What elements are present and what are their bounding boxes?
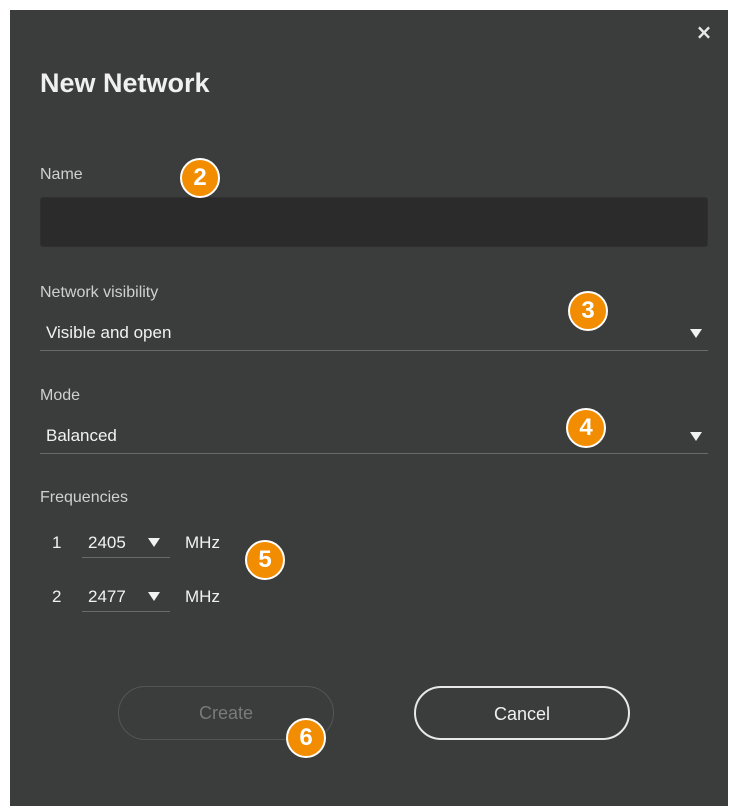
mode-label: Mode — [40, 387, 81, 404]
frequency-1-select[interactable]: 2405 — [82, 526, 170, 558]
mode-value: Balanced — [46, 426, 117, 445]
close-icon[interactable]: × — [694, 22, 714, 42]
callout-badge-2: 2 — [180, 158, 220, 198]
frequency-index: 1 — [52, 533, 62, 552]
callout-badge-5: 5 — [245, 540, 285, 580]
network-visibility-select[interactable]: Visible and open — [40, 317, 708, 351]
network-visibility-value: Visible and open — [46, 323, 172, 342]
frequency-2-value: 2477 — [88, 587, 126, 606]
frequency-unit: MHz — [185, 587, 220, 606]
name-input[interactable] — [40, 197, 708, 247]
dialog-title: New Network — [40, 68, 210, 98]
mode-select[interactable]: Balanced — [40, 420, 708, 454]
cancel-button[interactable]: Cancel — [414, 686, 630, 740]
new-network-dialog: × New Network Name Network visibility Vi… — [10, 10, 728, 806]
callout-badge-4: 4 — [566, 408, 606, 448]
frequency-unit: MHz — [185, 533, 220, 552]
callout-badge-6: 6 — [286, 718, 326, 758]
frequency-row-2: 2 2477 MHz — [40, 580, 290, 612]
chevron-down-icon — [690, 329, 702, 338]
chevron-down-icon — [148, 538, 160, 547]
chevron-down-icon — [148, 592, 160, 601]
frequency-2-select[interactable]: 2477 — [82, 580, 170, 612]
frequency-index: 2 — [52, 587, 62, 606]
chevron-down-icon — [690, 432, 702, 441]
name-label: Name — [40, 166, 83, 183]
frequency-1-value: 2405 — [88, 533, 126, 552]
callout-badge-3: 3 — [568, 291, 608, 331]
frequencies-label: Frequencies — [40, 489, 129, 506]
network-visibility-label: Network visibility — [40, 284, 159, 301]
